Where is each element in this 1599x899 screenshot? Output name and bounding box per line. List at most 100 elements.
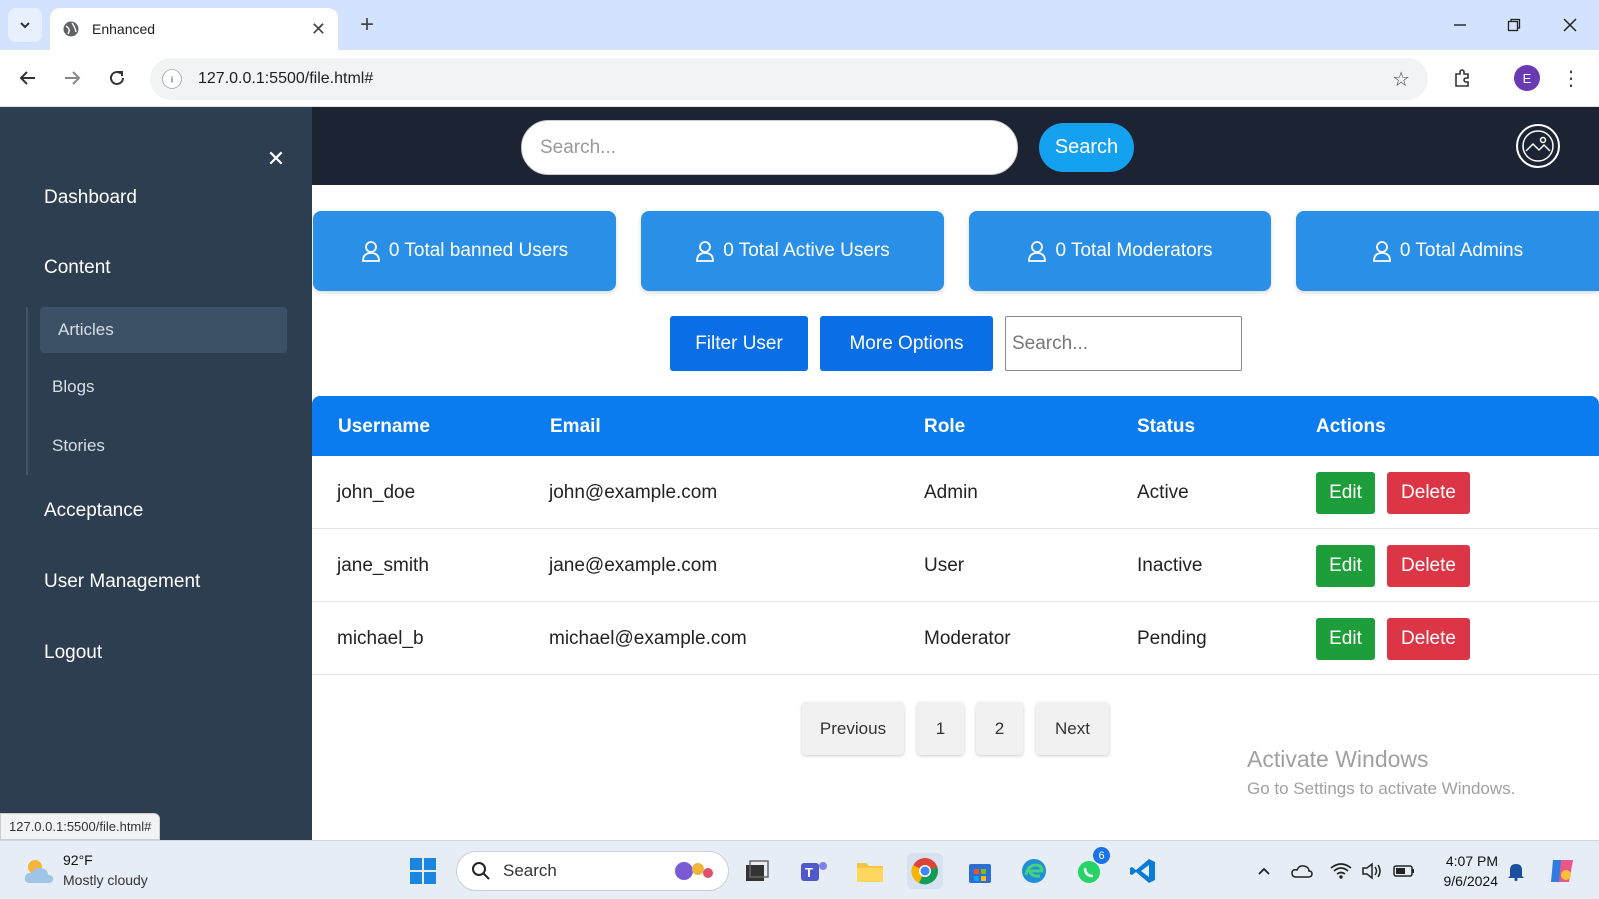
restore-icon xyxy=(1507,18,1521,32)
store-app-button[interactable] xyxy=(962,853,998,889)
edit-button[interactable]: Edit xyxy=(1316,472,1375,514)
cell-status: Inactive xyxy=(1137,555,1203,576)
sidebar-item-dashboard[interactable]: Dashboard xyxy=(44,187,137,209)
filter-user-button[interactable]: Filter User xyxy=(670,316,808,371)
sidebar-item-user-management[interactable]: User Management xyxy=(44,571,200,593)
cloudy-weather-icon[interactable] xyxy=(22,857,56,885)
address-url: 127.0.0.1:5500/file.html# xyxy=(198,70,374,87)
whatsapp-app-button[interactable]: 6 xyxy=(1071,847,1110,889)
windows-logo-icon xyxy=(410,858,436,884)
task-view-button[interactable] xyxy=(739,853,775,889)
window-close-button[interactable] xyxy=(1548,8,1592,42)
stat-card-active: 0 Total Active Users xyxy=(641,211,944,291)
pagination-page-1[interactable]: 1 xyxy=(917,702,964,755)
chrome-app-button[interactable] xyxy=(907,853,943,889)
sidebar-subitem-stories[interactable]: Stories xyxy=(52,436,105,456)
column-status[interactable]: Status xyxy=(1137,416,1195,438)
edge-app-button[interactable] xyxy=(1016,853,1052,889)
stat-label: 0 Total Admins xyxy=(1399,240,1524,261)
taskbar-search-label: Search xyxy=(503,861,557,880)
pagination-next[interactable]: Next xyxy=(1036,702,1109,755)
reload-button[interactable] xyxy=(101,62,133,94)
tab-search-button[interactable] xyxy=(8,8,42,42)
clock-time[interactable]: 4:07 PM xyxy=(1434,853,1498,869)
windows-taskbar: 92°F Mostly cloudy Search T 6 4:07 PM 9/… xyxy=(0,840,1599,899)
bookmark-star-icon[interactable]: ☆ xyxy=(1392,67,1410,92)
sidebar-item-logout[interactable]: Logout xyxy=(44,642,102,664)
user-icon xyxy=(696,241,715,262)
restore-button[interactable] xyxy=(1492,8,1536,42)
notifications-button[interactable] xyxy=(1504,859,1528,883)
profile-avatar[interactable]: E xyxy=(1514,65,1540,91)
user-icon xyxy=(361,241,380,262)
table-row: jane_smith jane@example.com User Inactiv… xyxy=(312,529,1599,602)
stat-label: 0 Total Moderators xyxy=(1055,240,1213,261)
pagination-page-2[interactable]: 2 xyxy=(976,702,1023,755)
back-button[interactable] xyxy=(12,62,44,94)
more-options-button[interactable]: More Options xyxy=(820,316,993,371)
clock-date[interactable]: 9/6/2024 xyxy=(1424,873,1499,889)
chrome-icon xyxy=(911,858,938,885)
column-actions: Actions xyxy=(1316,416,1386,437)
edge-icon xyxy=(1022,859,1046,883)
user-avatar[interactable] xyxy=(1516,124,1560,168)
weather-description: Mostly cloudy xyxy=(63,872,148,888)
cell-email: jane@example.com xyxy=(549,555,718,576)
top-header: Search... Search xyxy=(312,107,1599,185)
delete-button[interactable]: Delete xyxy=(1387,618,1470,660)
vscode-app-button[interactable] xyxy=(1125,853,1161,889)
edit-button[interactable]: Edit xyxy=(1316,618,1375,660)
edit-button[interactable]: Edit xyxy=(1316,545,1375,587)
minimize-button[interactable] xyxy=(1438,8,1482,42)
header-search-button[interactable]: Search xyxy=(1039,123,1134,172)
notification-badge: 6 xyxy=(1093,847,1110,864)
file-explorer-button[interactable] xyxy=(852,853,888,889)
pagination-previous[interactable]: Previous xyxy=(802,702,904,755)
column-role[interactable]: Role xyxy=(924,416,965,438)
battery-tray-icon[interactable] xyxy=(1392,859,1416,883)
sidebar-subitem-articles[interactable]: Articles xyxy=(40,307,287,353)
user-search-input[interactable]: Search... xyxy=(1005,316,1242,371)
browser-menu-icon[interactable]: ⋮ xyxy=(1558,62,1584,94)
sidebar-item-content[interactable]: Content xyxy=(44,257,111,279)
stat-label: 0 Total banned Users xyxy=(388,240,569,261)
volume-tray-icon[interactable] xyxy=(1360,859,1384,883)
cell-username: michael_b xyxy=(337,628,424,649)
cell-role: Admin xyxy=(924,482,978,503)
onedrive-tray-icon[interactable] xyxy=(1290,859,1314,883)
sidebar-close-icon[interactable]: ✕ xyxy=(264,146,288,171)
show-hidden-icons-button[interactable] xyxy=(1252,859,1276,883)
table-header: Username Email Role Status Actions xyxy=(312,396,1599,456)
new-tab-button[interactable]: + xyxy=(352,10,382,40)
puzzle-icon xyxy=(1455,69,1469,87)
extensions-button[interactable] xyxy=(1448,64,1476,92)
address-bar[interactable]: i 127.0.0.1:5500/file.html# ☆ xyxy=(150,58,1428,100)
column-email[interactable]: Email xyxy=(550,416,601,438)
teams-app-button[interactable]: T xyxy=(796,853,832,889)
forward-button[interactable] xyxy=(56,62,88,94)
wifi-tray-icon[interactable] xyxy=(1329,859,1353,883)
cell-status: Pending xyxy=(1137,628,1207,649)
cell-username: jane_smith xyxy=(337,555,429,576)
delete-button[interactable]: Delete xyxy=(1387,472,1470,514)
taskbar-search[interactable]: Search xyxy=(456,851,729,891)
copilot-icon xyxy=(1551,860,1573,882)
task-view-icon xyxy=(746,860,769,881)
arrow-left-icon xyxy=(19,71,35,85)
browser-tab[interactable]: Enhanced ✕ xyxy=(50,8,338,50)
folder-icon xyxy=(857,863,883,882)
vscode-icon xyxy=(1130,859,1155,883)
windows-start-button[interactable] xyxy=(405,853,441,889)
site-info-icon[interactable]: i xyxy=(162,69,182,89)
sidebar-subitem-blogs[interactable]: Blogs xyxy=(52,377,95,397)
header-search-input[interactable]: Search... xyxy=(521,120,1018,175)
image-avatar-icon xyxy=(1522,130,1554,162)
delete-button[interactable]: Delete xyxy=(1387,545,1470,587)
teams-icon: T xyxy=(801,862,827,881)
cell-email: michael@example.com xyxy=(549,628,747,649)
submenu-divider xyxy=(26,307,28,475)
sidebar-item-acceptance[interactable]: Acceptance xyxy=(44,500,143,522)
tab-close-icon[interactable]: ✕ xyxy=(311,19,326,40)
column-username[interactable]: Username xyxy=(338,416,430,438)
copilot-button[interactable] xyxy=(1546,855,1578,887)
